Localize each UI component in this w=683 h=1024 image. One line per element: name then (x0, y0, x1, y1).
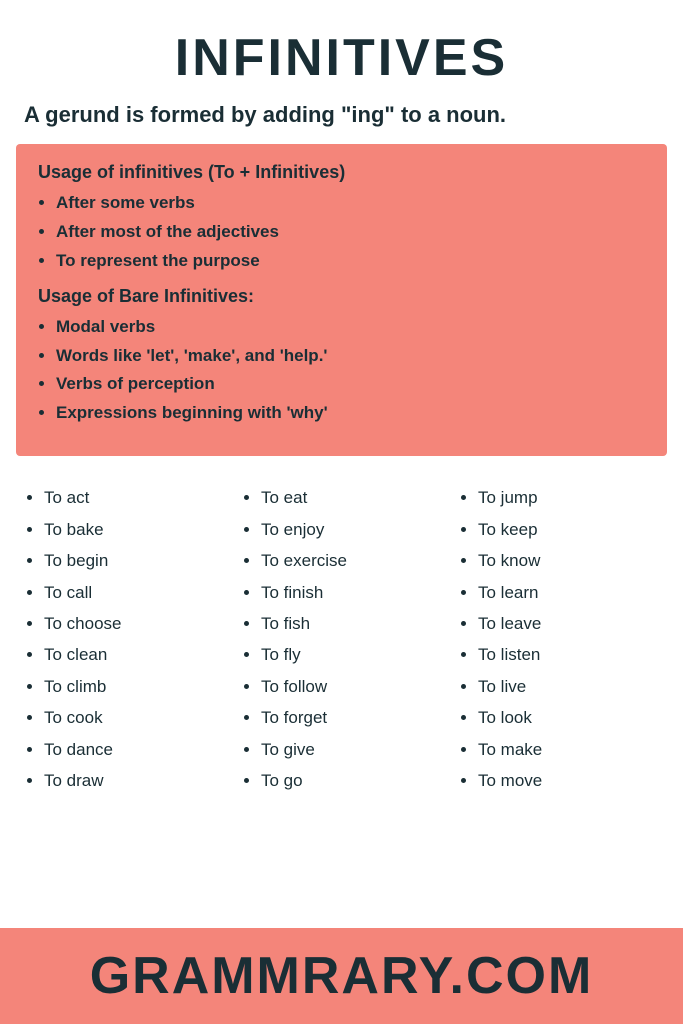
footer-text: GRAMMRARY.COM (20, 946, 663, 1006)
col2-list: To eat To enjoy To exercise To finish To… (261, 482, 442, 796)
list-item: To eat (261, 482, 442, 513)
section1-title: Usage of infinitives (To + Infinitives) (38, 162, 645, 183)
list-item: After most of the adjectives (56, 218, 645, 247)
list-item: To fish (261, 608, 442, 639)
list-item: To learn (478, 577, 659, 608)
col3-list: To jump To keep To know To learn To leav… (478, 482, 659, 796)
word-column-1: To act To bake To begin To call To choos… (16, 482, 233, 796)
list-item: To draw (44, 765, 225, 796)
list-item: To bake (44, 514, 225, 545)
list-item: To give (261, 734, 442, 765)
list-item: To leave (478, 608, 659, 639)
list-item: To make (478, 734, 659, 765)
list-item: Verbs of perception (56, 370, 645, 399)
list-item: To forget (261, 702, 442, 733)
subtitle: A gerund is formed by adding "ing" to a … (0, 98, 683, 144)
section2-title: Usage of Bare Infinitives: (38, 286, 645, 307)
section1-list: After some verbs After most of the adjec… (56, 189, 645, 276)
list-item: To cook (44, 702, 225, 733)
info-box: Usage of infinitives (To + Infinitives) … (16, 144, 667, 456)
page-wrapper: INFINITIVES A gerund is formed by adding… (0, 0, 683, 1024)
list-item: To choose (44, 608, 225, 639)
list-item: To listen (478, 639, 659, 670)
list-item: To follow (261, 671, 442, 702)
list-item: To act (44, 482, 225, 513)
list-item: To keep (478, 514, 659, 545)
section2-list: Modal verbs Words like 'let', 'make', an… (56, 313, 645, 429)
list-item: To move (478, 765, 659, 796)
list-item: To go (261, 765, 442, 796)
col1-list: To act To bake To begin To call To choos… (44, 482, 225, 796)
list-item: To represent the purpose (56, 247, 645, 276)
list-item: To exercise (261, 545, 442, 576)
list-item: To fly (261, 639, 442, 670)
page-title: INFINITIVES (0, 0, 683, 98)
list-item: To finish (261, 577, 442, 608)
word-list-section: To act To bake To begin To call To choos… (0, 472, 683, 928)
list-item: To live (478, 671, 659, 702)
list-item: To climb (44, 671, 225, 702)
list-item: To jump (478, 482, 659, 513)
word-column-3: To jump To keep To know To learn To leav… (450, 482, 667, 796)
list-item: Words like 'let', 'make', and 'help.' (56, 342, 645, 371)
list-item: After some verbs (56, 189, 645, 218)
footer: GRAMMRARY.COM (0, 928, 683, 1024)
list-item: To dance (44, 734, 225, 765)
list-item: Expressions beginning with 'why' (56, 399, 645, 428)
list-item: To call (44, 577, 225, 608)
list-item: To begin (44, 545, 225, 576)
list-item: To clean (44, 639, 225, 670)
list-item: To know (478, 545, 659, 576)
word-column-2: To eat To enjoy To exercise To finish To… (233, 482, 450, 796)
list-item: Modal verbs (56, 313, 645, 342)
list-item: To enjoy (261, 514, 442, 545)
list-item: To look (478, 702, 659, 733)
word-columns: To act To bake To begin To call To choos… (16, 482, 667, 796)
